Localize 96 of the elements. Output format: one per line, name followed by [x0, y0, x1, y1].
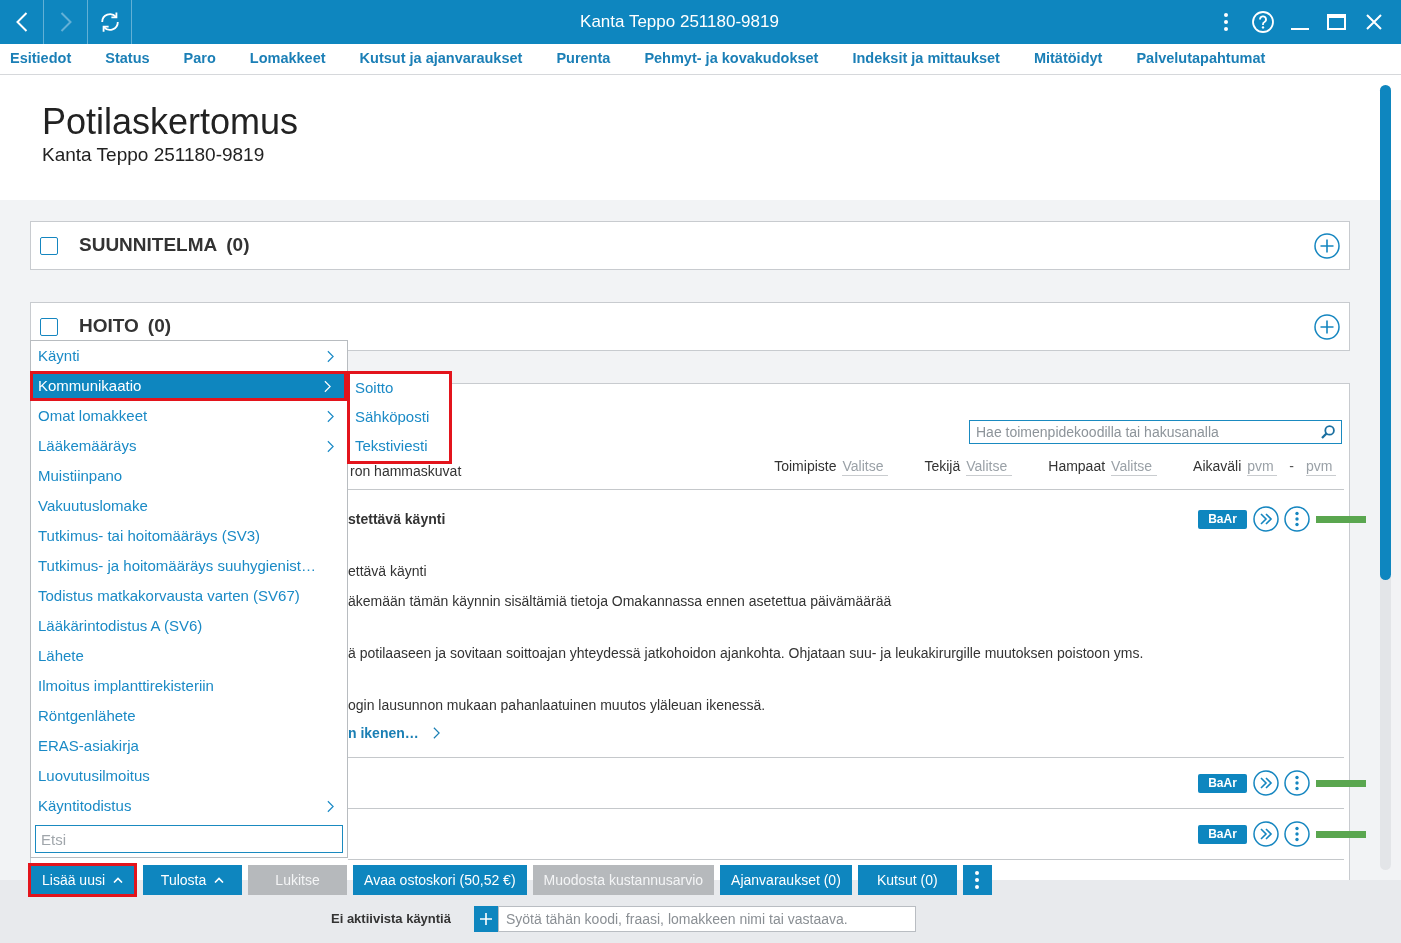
menu-item[interactable]: Tutkimus- tai hoitomääräys (SV3): [31, 521, 347, 551]
command-field[interactable]: Syötä tähän koodi, fraasi, lomakkeen nimi tai vastaava.: [498, 906, 916, 932]
help-icon[interactable]: [1251, 11, 1274, 33]
menu-item[interactable]: Sähköposti: [350, 403, 449, 432]
filter-label: Hampaat: [1048, 457, 1106, 476]
section-title: SUUNNITELMA: [79, 233, 218, 258]
menu-item[interactable]: Tutkimus- ja hoitomääräys suuhygienist…: [31, 551, 347, 581]
filter-label: Aikaväli: [1193, 457, 1242, 476]
checkbox[interactable]: [40, 317, 58, 336]
menu-item[interactable]: Soitto: [350, 374, 449, 403]
filter-label: Tekijä: [924, 457, 961, 476]
toolbar-button[interactable]: Avaa ostoskori (50,52 €): [353, 865, 527, 895]
checkbox[interactable]: [40, 236, 58, 255]
more-icon[interactable]: [1284, 770, 1310, 796]
menu-item[interactable]: Tekstiviesti: [350, 432, 449, 461]
status-text: Ei aktiivista käyntiä: [331, 910, 452, 929]
section-title: HOITO: [79, 314, 139, 339]
menu-item[interactable]: Omat lomakkeet: [31, 401, 347, 431]
menu-item[interactable]: Käynti: [31, 341, 347, 371]
chevron-left-icon: [15, 12, 28, 32]
date-field[interactable]: pvm: [1247, 457, 1278, 476]
toolbar-button[interactable]: Ajanvaraukset (0): [720, 865, 852, 895]
nav-tab[interactable]: Mitätöidyt: [1033, 48, 1103, 70]
minimize-icon[interactable]: [1290, 28, 1309, 30]
entry-text: ettävä käynti: [348, 562, 428, 581]
caret-up-icon: [113, 877, 124, 883]
more-icon[interactable]: [1284, 821, 1310, 847]
toolbar-button[interactable]: Kutsut (0): [857, 865, 957, 895]
menu-item[interactable]: ERAS-asiakirja: [31, 731, 347, 761]
scrollbar[interactable]: [1380, 85, 1391, 870]
more-button[interactable]: [962, 865, 992, 895]
section-count: (0): [226, 233, 250, 258]
maximize-icon[interactable]: [1327, 14, 1346, 30]
more-icon[interactable]: [1284, 506, 1310, 532]
double-chevron-icon[interactable]: [1253, 770, 1279, 796]
menu-item[interactable]: Ilmoitus implanttirekisteriin: [31, 671, 347, 701]
nav-tab[interactable]: Lomakkeet: [249, 48, 326, 70]
nav-tab[interactable]: Indeksit ja mittaukset: [852, 48, 1000, 70]
more-icon[interactable]: [1223, 13, 1228, 31]
range-separator: -: [1289, 457, 1294, 476]
scrollbar-thumb[interactable]: [1380, 85, 1391, 580]
select-field[interactable]: Valitse: [842, 457, 889, 476]
patient-subtitle: Kanta Teppo 251180-9819: [42, 143, 266, 167]
menu-item[interactable]: Vakuutuslomake: [31, 491, 347, 521]
status-stripe-icon: [1316, 779, 1366, 787]
menu-item[interactable]: Käyntitodistus: [31, 791, 347, 821]
chevron-right-icon: [432, 727, 440, 739]
nav-tab[interactable]: Paro: [183, 48, 216, 70]
menu-item[interactable]: Lääkemääräys: [31, 431, 347, 461]
double-chevron-icon[interactable]: [1253, 821, 1279, 847]
section-count: (0): [147, 314, 172, 339]
status-stripe-icon: [1316, 515, 1366, 523]
search-field[interactable]: Hae toimenpidekoodilla tai hakusanalla: [969, 420, 1342, 444]
entry-text: ä potilaaseen ja sovitaan soittoajan yhteydessä jatkohoidon ajankohta. Ohjataan suu- ja leukakirurgille muutoksen poistoon yms.: [348, 644, 1145, 663]
more-icon: [975, 871, 980, 889]
more-link[interactable]: n ikenen…: [348, 720, 440, 746]
caret-up-icon: [214, 877, 225, 883]
initials-badge: BaAr: [1198, 824, 1247, 844]
filter-text: ron hammaskuvat: [349, 464, 462, 478]
dropdown-button[interactable]: Lisää uusi: [28, 863, 138, 897]
menu-item[interactable]: Kommunikaatio: [30, 371, 347, 401]
nav-tab[interactable]: Purenta: [556, 48, 611, 70]
plus-circle-icon[interactable]: [1314, 313, 1340, 340]
menu-item[interactable]: Lähete: [31, 641, 347, 671]
menu-item[interactable]: Todistus matkakorvausta varten (SV67): [31, 581, 347, 611]
dropdown-button[interactable]: Tulosta: [143, 865, 243, 895]
window-title: Kanta Teppo 251180-9819: [580, 11, 779, 34]
entry-text: ogin lausunnon mukaan pahanlaatuinen muutos yläleuan ikenessä.: [348, 696, 767, 715]
nav-tab[interactable]: Kutsut ja ajanvaraukset: [359, 48, 523, 70]
date-field[interactable]: pvm: [1306, 457, 1336, 476]
nav-tab[interactable]: Palvelutapahtumat: [1136, 48, 1266, 70]
menu-item[interactable]: Röntgenlähete: [31, 701, 347, 731]
nav-tab[interactable]: Status: [105, 48, 150, 70]
select-field[interactable]: Valitse: [1111, 457, 1158, 476]
initials-badge: BaAr: [1198, 773, 1247, 793]
plus-circle-icon[interactable]: [1314, 232, 1340, 259]
add-button[interactable]: [474, 906, 498, 932]
plus-icon: [480, 913, 492, 925]
menu-item[interactable]: Lääkärintodistus A (SV6): [31, 611, 347, 641]
nav-tab[interactable]: Pehmyt- ja kovakudokset: [644, 48, 819, 70]
initials-badge: BaAr: [1198, 509, 1247, 529]
page-title: Potilaskertomus: [42, 101, 300, 143]
chevron-right-icon: [59, 12, 72, 32]
menu-item[interactable]: Luovutusilmoitus: [31, 761, 347, 791]
double-chevron-icon[interactable]: [1253, 506, 1279, 532]
refresh-icon: [98, 11, 121, 33]
close-icon[interactable]: [1365, 14, 1382, 30]
nav-tab[interactable]: Esitiedot: [10, 48, 72, 70]
status-stripe-icon: [1316, 830, 1366, 838]
entry-title: stettävä käynti: [348, 509, 446, 529]
menu-item[interactable]: Muistiinpano: [31, 461, 347, 491]
search-icon: [1321, 425, 1335, 439]
search-field[interactable]: Etsi: [35, 825, 343, 853]
filter-label: Toimipiste: [774, 457, 837, 476]
entry-text: äkemään tämän käynnin sisältämiä tietoja Omakannassa ennen asetettua päivämäärää: [348, 592, 893, 611]
select-field[interactable]: Valitse: [966, 457, 1013, 476]
